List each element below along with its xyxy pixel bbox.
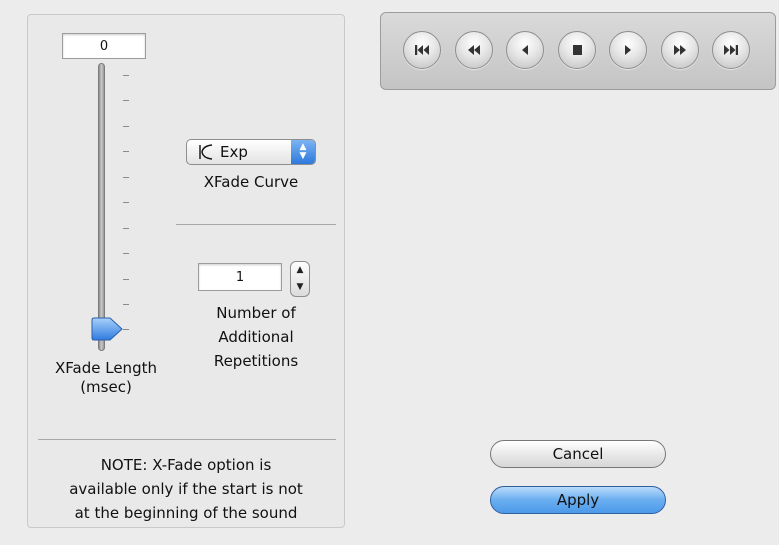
slider-tick xyxy=(123,151,129,152)
select-arrows-icon: ▲ ▼ xyxy=(291,140,315,164)
xfade-length-label: XFade Length (msec) xyxy=(28,359,184,397)
xfade-length-slider[interactable] xyxy=(98,63,105,351)
apply-button[interactable]: Apply xyxy=(490,486,666,514)
divider xyxy=(38,439,336,440)
skip-to-end-button[interactable] xyxy=(712,31,750,69)
xfade-length-field[interactable]: 0 xyxy=(62,33,146,59)
slider-tick xyxy=(123,253,129,254)
rewind-icon xyxy=(468,45,480,55)
stepper-up-icon[interactable]: ▲ xyxy=(297,266,304,275)
xfade-options-panel: 0 XFade Length (msec) Exp ▲ ▼ XFade Curve xyxy=(27,14,345,528)
skip-to-start-icon xyxy=(415,45,429,55)
fast-forward-button[interactable] xyxy=(661,31,699,69)
stepper-down-icon[interactable]: ▼ xyxy=(297,283,304,292)
repetitions-label-line1: Number of xyxy=(216,304,296,322)
play-icon xyxy=(625,45,631,55)
slider-tick xyxy=(123,75,129,76)
slider-tick xyxy=(123,228,129,229)
divider xyxy=(176,224,336,225)
slider-tick xyxy=(123,202,129,203)
repetitions-label: Number of Additional Repetitions xyxy=(176,301,336,373)
exponential-curve-icon xyxy=(199,144,213,160)
note-line1: NOTE: X-Fade option is xyxy=(100,456,272,474)
play-button[interactable] xyxy=(609,31,647,69)
cancel-button[interactable]: Cancel xyxy=(490,440,666,468)
repetitions-stepper[interactable]: ▲ ▼ xyxy=(290,261,310,297)
slider-tick xyxy=(123,177,129,178)
slider-tick xyxy=(123,279,129,280)
skip-to-end-icon xyxy=(724,45,738,55)
slider-tick xyxy=(123,304,129,305)
rewind-button[interactable] xyxy=(455,31,493,69)
repetitions-field[interactable]: 1 xyxy=(198,263,282,291)
stop-icon xyxy=(573,45,582,55)
step-back-icon xyxy=(522,45,528,55)
slider-thumb[interactable] xyxy=(90,317,124,341)
stop-button[interactable] xyxy=(558,31,596,69)
transport-bar xyxy=(380,12,776,90)
xfade-curve-label: XFade Curve xyxy=(203,173,299,191)
note-line2: available only if the start is not xyxy=(69,480,303,498)
xfade-curve-select[interactable]: Exp ▲ ▼ xyxy=(186,139,316,165)
slider-tick xyxy=(123,100,129,101)
xfade-curve-value: Exp xyxy=(220,143,248,161)
repetitions-label-line2: Additional xyxy=(218,328,294,346)
slider-tick xyxy=(123,126,129,127)
xfade-note: NOTE: X-Fade option is available only if… xyxy=(28,453,344,525)
step-back-button[interactable] xyxy=(506,31,544,69)
xfade-length-label-line2: (msec) xyxy=(80,378,132,396)
repetitions-label-line3: Repetitions xyxy=(213,352,299,370)
xfade-length-label-line1: XFade Length xyxy=(55,359,157,377)
note-line3: at the beginning of the sound xyxy=(74,504,298,522)
skip-to-start-button[interactable] xyxy=(403,31,441,69)
fast-forward-icon xyxy=(674,45,686,55)
